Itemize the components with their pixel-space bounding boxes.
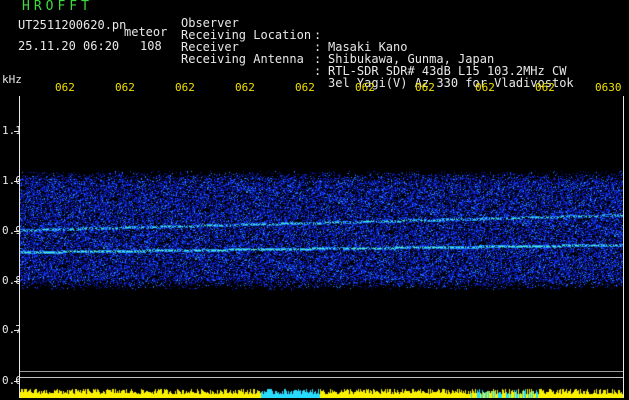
info-separator: :	[314, 64, 322, 78]
spectrogram-display	[20, 96, 623, 398]
time-label: 062	[175, 81, 195, 94]
time-label: 062	[355, 81, 375, 94]
time-label: 0630	[595, 81, 622, 94]
right-border-line	[623, 96, 624, 398]
time-label: 062	[115, 81, 135, 94]
y-axis-unit: kHz	[2, 73, 22, 86]
image-filename: UT2511200620.pn	[18, 18, 127, 32]
meteor-label: meteor	[124, 25, 168, 39]
time-label: 062	[475, 81, 495, 94]
info-key: Receiving Antenna	[181, 52, 304, 66]
reference-line	[20, 377, 623, 378]
time-label: 062	[535, 81, 555, 94]
app-title: HROFFT	[22, 0, 93, 14]
time-label: 062	[415, 81, 435, 94]
date-time: 25.11.20 06:20	[18, 39, 120, 53]
meteor-count: 108	[140, 39, 162, 53]
time-label: 062	[235, 81, 255, 94]
time-label: 062	[55, 81, 75, 94]
time-label: 062	[295, 81, 315, 94]
reference-line	[20, 371, 623, 372]
